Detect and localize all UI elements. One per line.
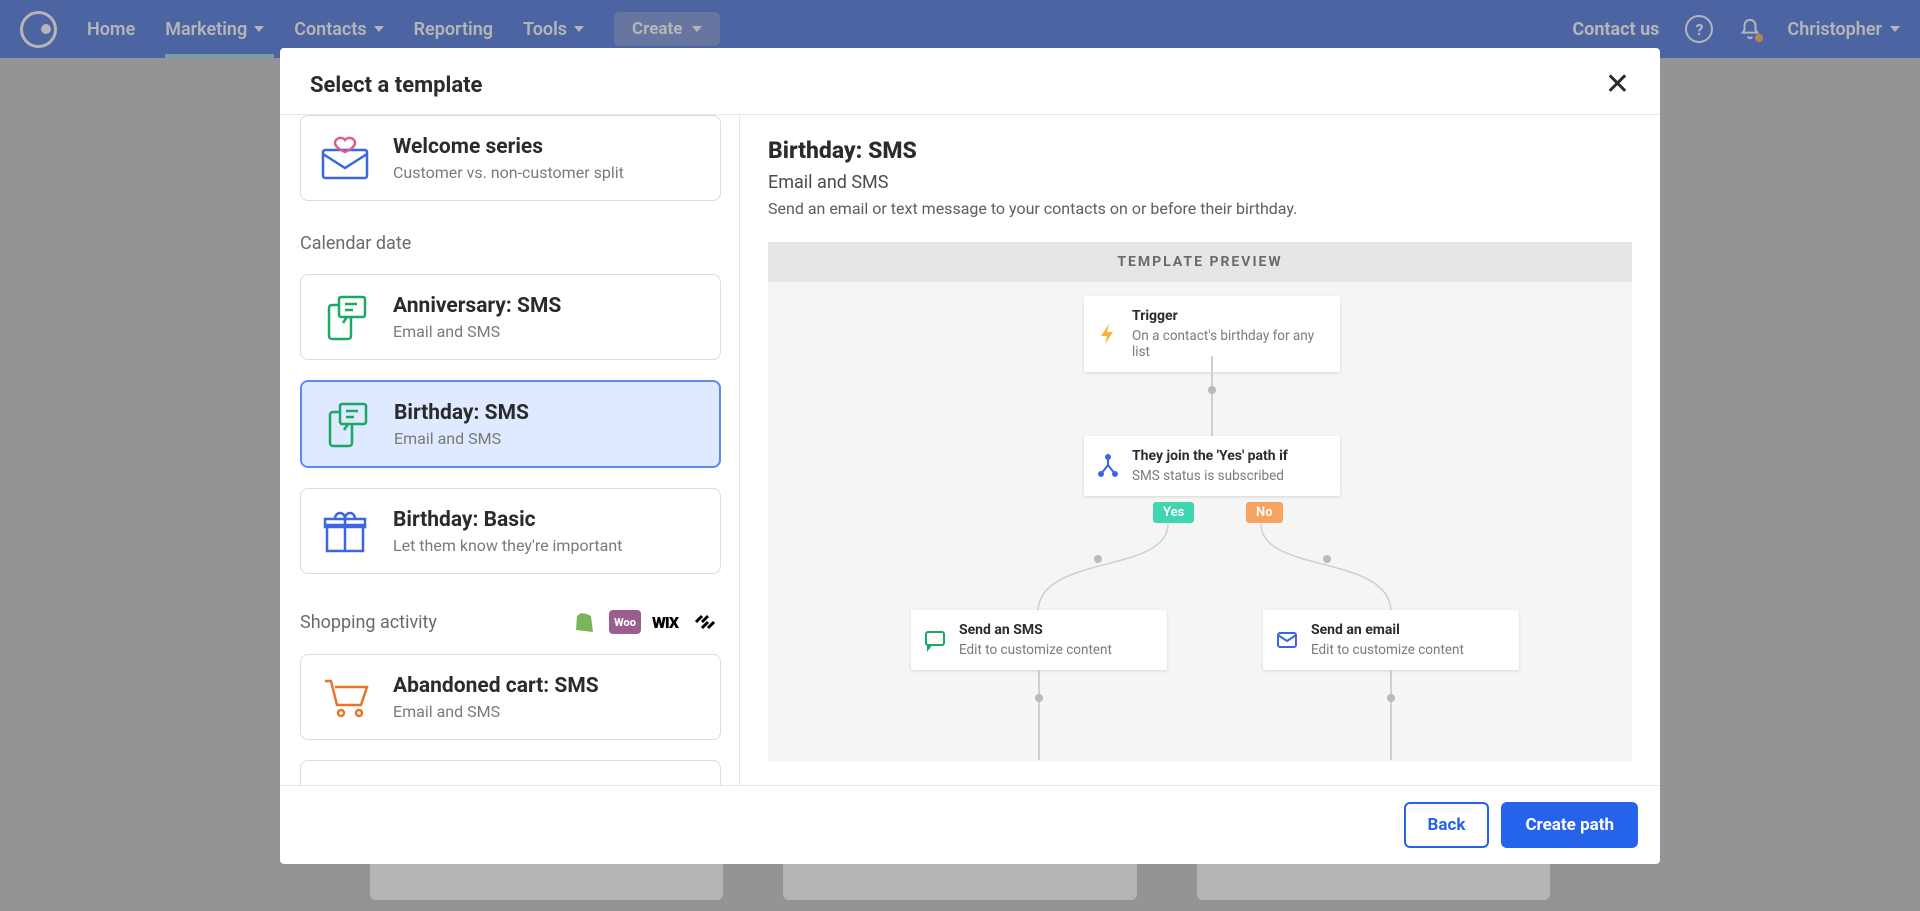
- template-sub: Email and SMS: [393, 702, 599, 721]
- detail-subtitle: Email and SMS: [768, 172, 1632, 193]
- workflow-sms-node: Send an SMS Edit to customize content: [911, 610, 1167, 670]
- create-path-button[interactable]: Create path: [1501, 802, 1638, 848]
- node-text: On a contact's birthday for any list: [1132, 328, 1324, 360]
- envelope-icon: [1275, 628, 1299, 652]
- integrations-row: Woo WIX: [569, 610, 721, 634]
- modal-footer: Back Create path: [280, 785, 1660, 864]
- template-name: Anniversary: SMS: [393, 294, 561, 318]
- node-title: Send an SMS: [959, 622, 1151, 638]
- template-modal: Select a template ✕ Welcome series Custo…: [280, 48, 1660, 864]
- template-sub: Email and SMS: [393, 322, 561, 341]
- modal-title: Select a template: [310, 73, 482, 98]
- preview-header: TEMPLATE PREVIEW: [768, 242, 1632, 282]
- workflow-email-node: Send an email Edit to customize content: [1263, 610, 1519, 670]
- shopify-icon: [569, 610, 601, 634]
- modal-header: Select a template ✕: [280, 48, 1660, 114]
- template-card-birthday-basic[interactable]: Birthday: Basic Let them know they're im…: [300, 488, 721, 574]
- node-title: They join the 'Yes' path if: [1132, 448, 1324, 464]
- cart-icon: [319, 671, 371, 723]
- wix-icon: WIX: [649, 610, 681, 634]
- no-chip: No: [1246, 502, 1283, 523]
- split-icon: [1096, 454, 1120, 478]
- template-name: Abandoned cart: SMS: [393, 674, 599, 698]
- yes-chip: Yes: [1153, 502, 1194, 523]
- workflow-condition-node: They join the 'Yes' path if SMS status i…: [1084, 436, 1340, 496]
- node-title: Trigger: [1132, 308, 1324, 324]
- node-text: Edit to customize content: [959, 642, 1151, 658]
- chat-icon: [923, 628, 947, 652]
- section-shopping-activity: Shopping activity: [300, 612, 437, 633]
- close-icon[interactable]: ✕: [1605, 70, 1630, 100]
- template-detail: Birthday: SMS Email and SMS Send an emai…: [740, 115, 1660, 785]
- node-text: Edit to customize content: [1311, 642, 1503, 658]
- cart-icon: [319, 777, 371, 785]
- node-title: Send an email: [1311, 622, 1503, 638]
- back-button[interactable]: Back: [1404, 802, 1490, 848]
- template-card-welcome[interactable]: Welcome series Customer vs. non-customer…: [300, 115, 721, 201]
- template-card-anniversary[interactable]: Anniversary: SMS Email and SMS: [300, 274, 721, 360]
- template-card-partial[interactable]: [300, 760, 721, 785]
- template-sub: Email and SMS: [394, 429, 529, 448]
- woocommerce-icon: Woo: [609, 610, 641, 634]
- template-name: Birthday: SMS: [394, 401, 529, 425]
- template-card-birthday-sms[interactable]: Birthday: SMS Email and SMS: [300, 380, 721, 468]
- squarespace-icon: [689, 610, 721, 634]
- envelope-heart-icon: [319, 132, 371, 184]
- template-name: Welcome series: [393, 135, 624, 159]
- workflow-connector: [1033, 524, 1173, 614]
- template-card-abandoned-cart[interactable]: Abandoned cart: SMS Email and SMS: [300, 654, 721, 740]
- section-calendar-date: Calendar date: [300, 233, 721, 254]
- lightning-icon: [1096, 322, 1120, 346]
- gift-icon: [319, 505, 371, 557]
- template-name: Birthday: Basic: [393, 508, 622, 532]
- sms-phone-icon: [319, 291, 371, 343]
- workflow-connector: [1256, 524, 1396, 614]
- node-text: SMS status is subscribed: [1132, 468, 1324, 484]
- template-list[interactable]: Welcome series Customer vs. non-customer…: [280, 115, 740, 785]
- template-sub: Customer vs. non-customer split: [393, 163, 624, 182]
- sms-phone-icon: [320, 398, 372, 450]
- template-sub: Let them know they're important: [393, 536, 622, 555]
- preview-canvas: Trigger On a contact's birthday for any …: [768, 282, 1632, 762]
- detail-title: Birthday: SMS: [768, 137, 1632, 164]
- detail-description: Send an email or text message to your co…: [768, 199, 1632, 218]
